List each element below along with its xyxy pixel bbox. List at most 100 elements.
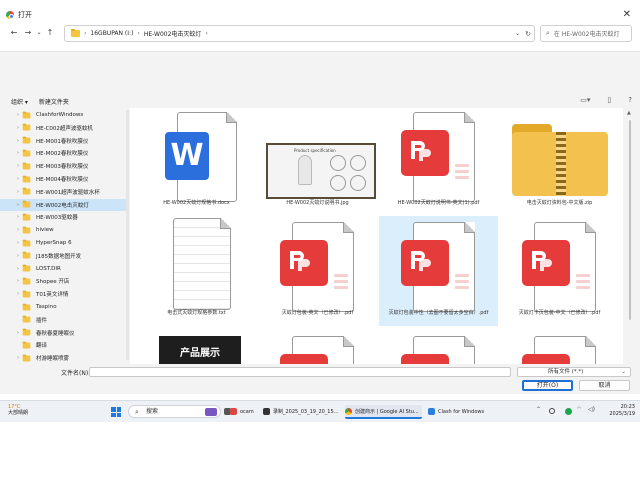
volume-icon[interactable]: ◁) [588, 406, 595, 413]
windows-start-icon[interactable] [111, 407, 121, 417]
chevron-right-icon[interactable]: › [0, 266, 22, 272]
sidebar-scrollbar[interactable] [126, 110, 129, 360]
up-arrow-icon[interactable]: ↑ [44, 27, 56, 39]
weather-widget[interactable]: 17°C 大部晴朗 [8, 404, 28, 416]
chevron-right-icon[interactable]: › [0, 125, 22, 131]
chevron-right-icon[interactable]: › [0, 138, 22, 144]
chevron-up-icon[interactable]: ⌃ [536, 406, 541, 413]
sidebar-folder-item[interactable]: › LOST.DIR [0, 263, 128, 275]
filename-input[interactable] [89, 367, 511, 377]
search-placeholder: 在 HE-W002电击灭蚊灯 [553, 31, 620, 38]
chevron-right-icon[interactable]: › [0, 189, 22, 195]
chevron-right-icon[interactable]: › [0, 150, 22, 156]
file-tile[interactable]: 电击式灭蚊灯规格参数.txt [137, 216, 256, 326]
chevron-right-icon[interactable]: › [0, 278, 22, 284]
sidebar-folder-label: 插件 [36, 317, 48, 324]
file-list-scrollbar[interactable]: ▲ [626, 110, 634, 360]
folder-icon [22, 353, 31, 362]
network-icon[interactable]: ◠ [577, 406, 581, 412]
chevron-right-icon[interactable]: › [0, 355, 22, 361]
breadcrumb-drive[interactable]: 16GBUPAN (I:) [90, 30, 133, 37]
breadcrumb-folder[interactable]: HE-W002电击灭蚊灯 [144, 29, 202, 38]
sidebar-folder-item[interactable]: › HE-M004春秋吹膜仪 [0, 173, 128, 185]
tray-app-icon[interactable] [549, 408, 555, 414]
folder-icon [22, 136, 31, 144]
sidebar-folder-label: Taspino [36, 304, 57, 310]
sidebar-folder-item[interactable]: Taspino [0, 301, 128, 313]
file-tile[interactable]: 灭蚊灯包装中性（去图不要留太多空白）.pdf [379, 216, 498, 326]
sidebar-folder-item[interactable]: 插件 [0, 314, 128, 326]
file-tile[interactable]: HE-W002灭蚊灯说明书-英文(1).pdf [379, 108, 498, 216]
sidebar-folder-item[interactable]: › J185数据地图开发 [0, 250, 128, 262]
sidebar-folder-item[interactable]: › T01英文详情 [0, 288, 128, 300]
cancel-button[interactable]: 取消 [579, 380, 630, 391]
scroll-thumb[interactable] [629, 120, 631, 320]
taskbar-app-clash[interactable]: Clash for Windows [428, 405, 490, 419]
file-tile[interactable]: W HE-W002灭蚊灯规格书.docx [137, 108, 256, 216]
sidebar-folder-item[interactable]: › 春秋春夏睡眠仪 [0, 327, 128, 339]
file-tile[interactable] [500, 330, 619, 364]
system-clock[interactable]: 20:23 2025/3/19 [601, 404, 635, 418]
file-tile[interactable]: 灭蚊灯卡页包装-中文（已修改）.pdf [500, 216, 619, 326]
sidebar-folder-item[interactable]: 翻译 [0, 339, 128, 351]
sidebar-folder-item[interactable]: › HE-W003驱蚊器 [0, 211, 128, 223]
file-tile[interactable]: 电击灭蚊灯资料包-中文版.zip [500, 108, 619, 216]
folder-icon [22, 315, 31, 323]
sidebar-folder-item[interactable]: › HE-C002超声波驱蚊机 [0, 122, 128, 134]
folder-icon [22, 341, 31, 349]
file-tile[interactable] [379, 330, 498, 364]
wechat-icon[interactable] [565, 408, 572, 415]
back-arrow-icon[interactable]: ← [8, 27, 20, 39]
refresh-icon[interactable]: ↻ [525, 30, 531, 38]
view-mode-icon[interactable]: ▭▾ [580, 96, 590, 104]
open-button[interactable]: 打开(O) [522, 380, 573, 391]
help-icon[interactable]: ? [628, 96, 632, 104]
folder-icon [22, 213, 31, 221]
taskbar-app-google-ai-studio[interactable]: 创建商示 | Google AI Stu... [345, 405, 422, 419]
sidebar-folder-item[interactable]: › ClashforWindows [0, 109, 128, 121]
scroll-up-icon[interactable]: ▲ [627, 110, 631, 116]
sidebar-folder-label: 村游睡眠喷雾 [36, 356, 70, 363]
chevron-right-icon[interactable]: › [0, 163, 22, 169]
chevron-right-icon[interactable]: › [0, 112, 22, 118]
search-box[interactable]: ⌕ 在 HE-W002电击灭蚊灯 [540, 25, 632, 42]
title-bar: 打开 ✕ [0, 7, 640, 23]
sidebar-folder-item[interactable]: › hiview [0, 224, 128, 236]
taskbar-search[interactable]: ⌕ 搜索 [128, 405, 221, 418]
chevron-right-icon[interactable]: › [0, 214, 22, 220]
taskbar-app-ocam[interactable]: ocam [230, 405, 262, 419]
file-name: HE-W002灭蚊灯说明书.jpg [286, 200, 349, 206]
close-icon[interactable]: ✕ [623, 9, 631, 20]
chevron-right-icon[interactable]: › [0, 253, 22, 259]
chrome-icon [6, 11, 14, 19]
organize-menu[interactable]: 组织 ▾ [11, 97, 28, 106]
search-highlight-icon [205, 408, 217, 416]
new-folder-button[interactable]: 新建文件夹 [39, 97, 69, 106]
sidebar-folder-item[interactable]: › HE-M001春秋吹膜仪 [0, 135, 128, 147]
sidebar-folder-item[interactable]: › Shopee 开店 [0, 275, 128, 287]
sidebar-folder-item[interactable]: › 村游睡眠喷雾 [0, 352, 128, 364]
address-dropdown-icon[interactable]: ⌄ [515, 30, 520, 37]
chevron-right-icon[interactable]: › [0, 240, 22, 246]
chevron-right-icon[interactable]: › [0, 227, 22, 233]
chevron-right-icon[interactable]: › [0, 176, 22, 182]
chevron-right-icon[interactable]: › [0, 202, 22, 208]
file-tile[interactable] [258, 330, 377, 364]
folder-icon [22, 264, 31, 272]
taskbar-app-recording[interactable]: 录制_2025_03_19_20_15... [263, 405, 343, 419]
address-bar[interactable]: › 16GBUPAN (I:) › HE-W002电击灭蚊灯 › ⌄ ↻ [64, 25, 535, 42]
chevron-right-icon[interactable]: › [0, 291, 22, 297]
preview-pane-icon[interactable]: ▯ [607, 96, 611, 104]
file-tile[interactable]: 产品展示产品展示 [137, 330, 256, 364]
sidebar-folder-item[interactable]: › HE-M003春秋吹膜仪 [0, 160, 128, 172]
sidebar-folder-item[interactable]: › HE-M002春秋吹膜仪 [0, 147, 128, 159]
file-tile[interactable]: 灭蚊灯包装-英文（已修改）.pdf [258, 216, 377, 326]
chevron-right-icon[interactable]: › [0, 330, 22, 336]
sidebar-folder-item[interactable]: › HyperSnap 6 [0, 237, 128, 249]
sidebar-folder-item[interactable]: › HE-W001超声波驱蚊水杯 [0, 186, 128, 198]
file-tile[interactable]: Product specification HE-W002灭蚊灯说明书.jpg [258, 108, 377, 216]
sidebar-folder-label: HyperSnap 6 [36, 240, 72, 246]
filetype-select[interactable]: 所有文件 (*.*) ⌄ [517, 367, 631, 377]
folder-icon [22, 149, 31, 157]
sidebar-folder-item[interactable]: › HE-W002电击灭蚊灯 [0, 198, 128, 211]
